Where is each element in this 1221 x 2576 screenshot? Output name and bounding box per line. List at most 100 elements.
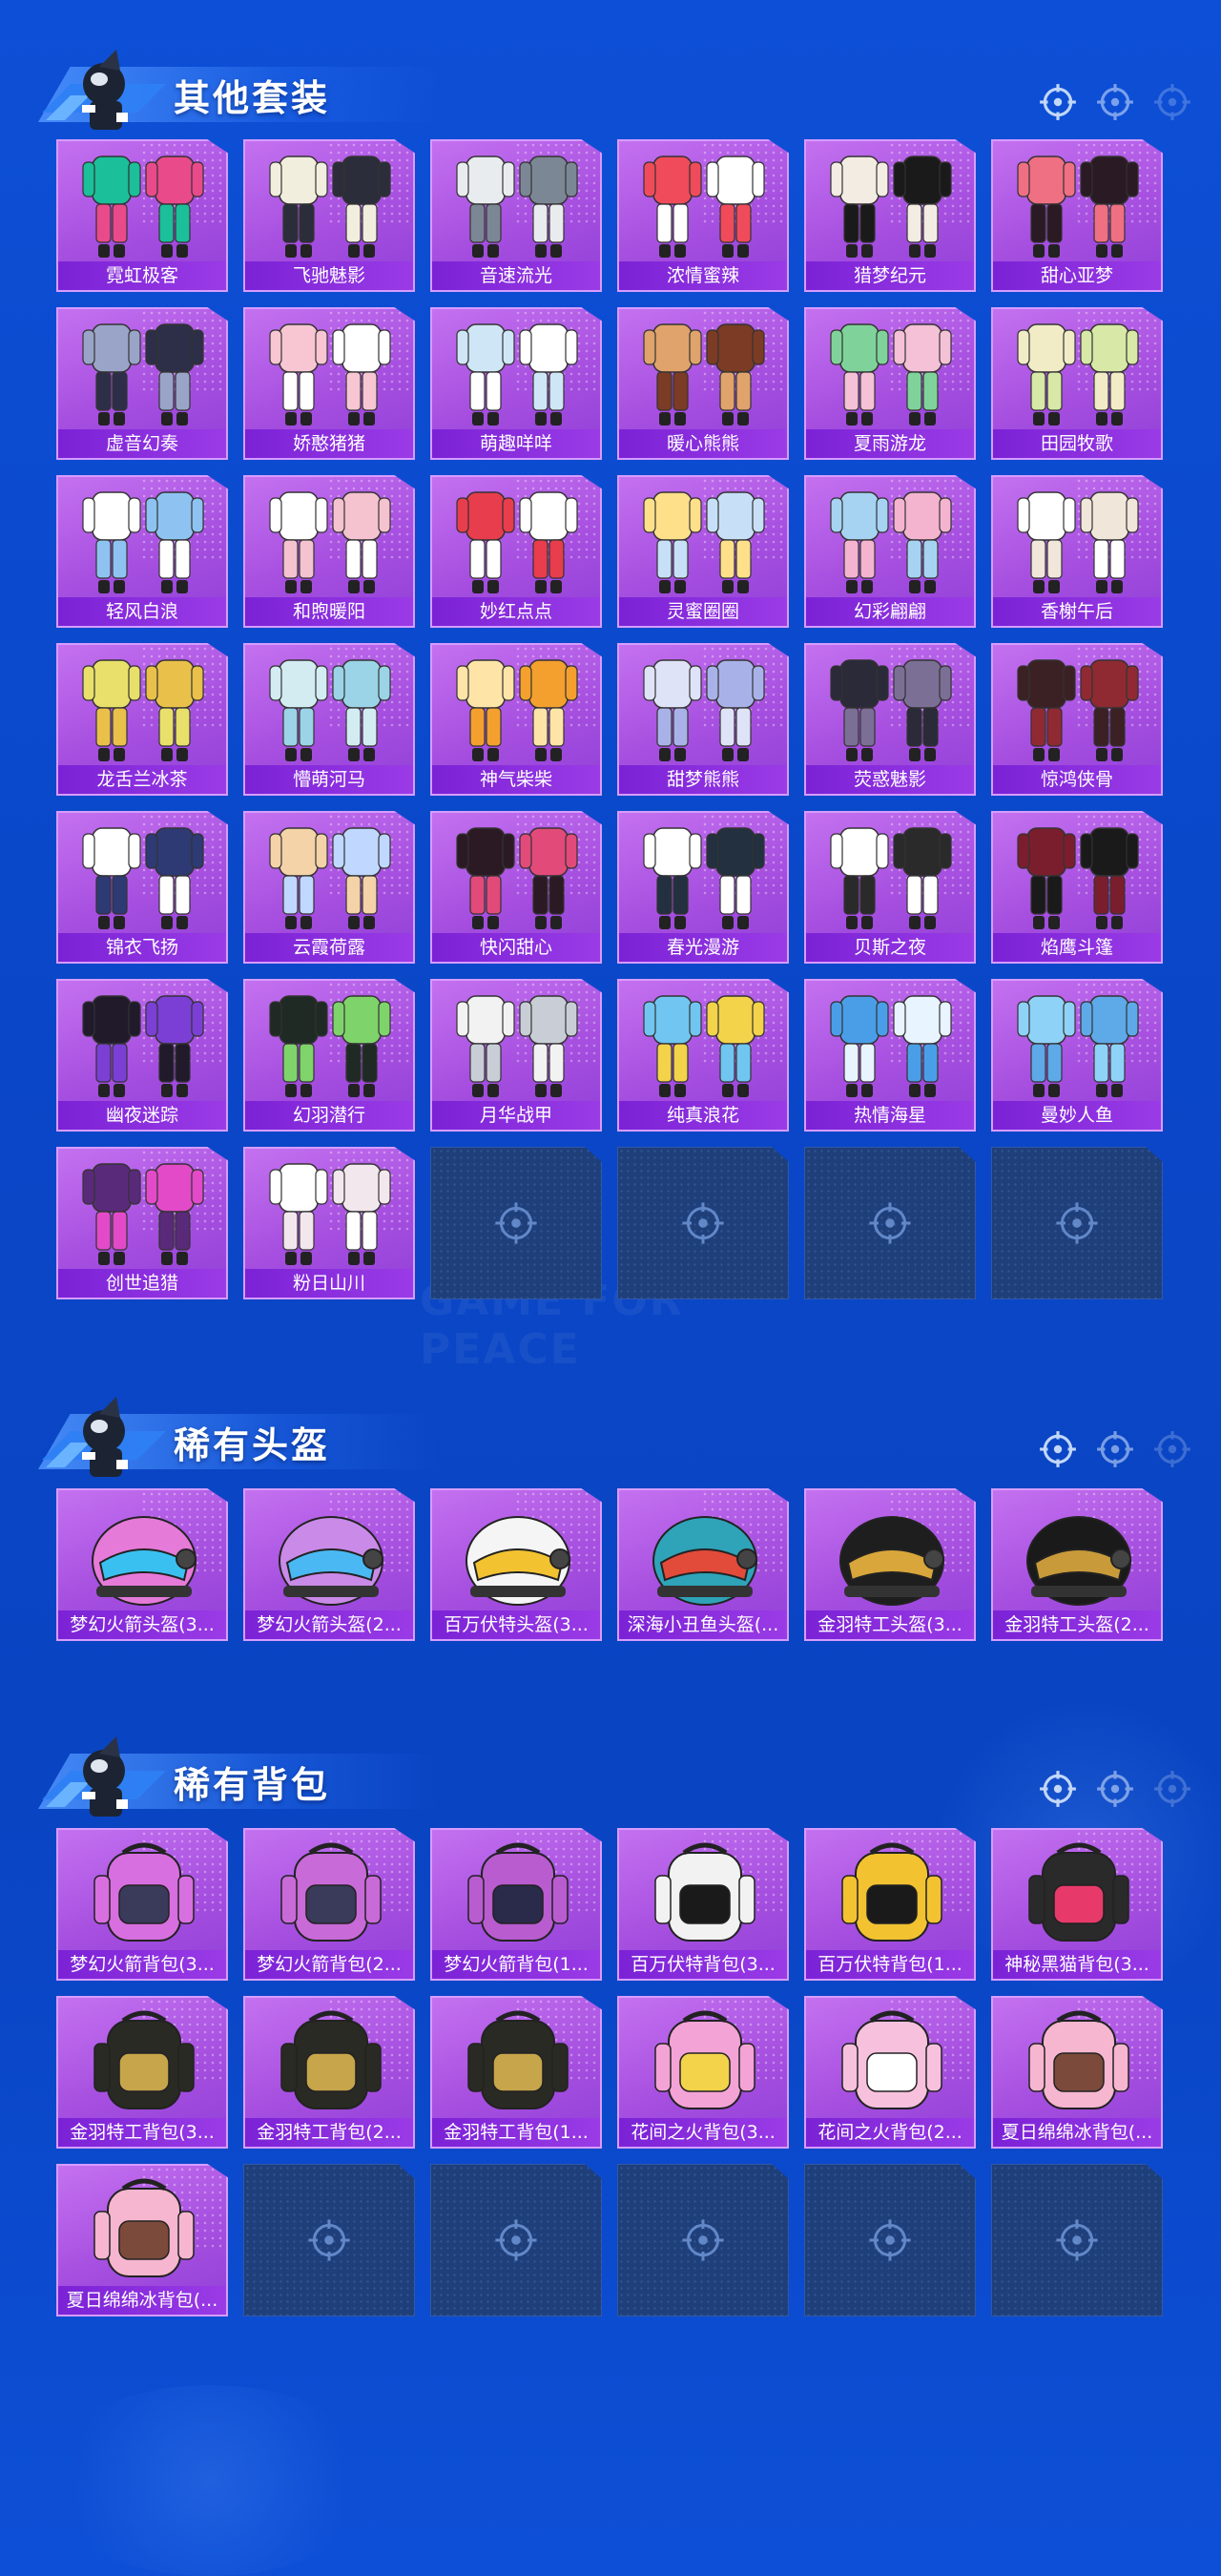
outfit-card[interactable]: 甜心亚梦 (991, 139, 1163, 292)
helmet-card[interactable]: 深海小丑鱼头盔(... (617, 1488, 789, 1641)
crosshair-icon (1152, 1769, 1192, 1814)
outfit-card[interactable]: 焰鹰斗篷 (991, 811, 1163, 964)
outfit-name: 焰鹰斗篷 (993, 933, 1161, 962)
outfit-card[interactable]: 田园牧歌 (991, 307, 1163, 460)
backpack-name: 金羽特工背包(1... (432, 2118, 600, 2147)
outfit-card[interactable]: 热情海星 (804, 979, 976, 1132)
crosshair-icon (1038, 1769, 1078, 1814)
backpack-name: 金羽特工背包(3... (58, 2118, 226, 2147)
backpack-card[interactable]: 金羽特工背包(1... (430, 1996, 602, 2149)
outfit-card[interactable]: 幻羽潜行 (243, 979, 415, 1132)
outfit-name: 幻彩翩翩 (806, 597, 974, 626)
outfit-name: 懵萌河马 (245, 765, 413, 794)
outfit-card[interactable]: 霓虹极客 (56, 139, 228, 292)
section-outfit: 其他套装 霓虹极客 飞驰魅影 音速流光 浓情蜜辣 猎梦纪元 甜心亚梦 虚音幻奏 … (0, 46, 1221, 1299)
outfit-card[interactable]: 春光漫游 (617, 811, 789, 964)
outfit-card[interactable]: 猎梦纪元 (804, 139, 976, 292)
outfit-card[interactable]: 神气柴柴 (430, 643, 602, 796)
outfit-card[interactable]: 音速流光 (430, 139, 602, 292)
empty-slot-crosshair-icon (495, 2219, 537, 2261)
helmet-card[interactable]: 梦幻火箭头盔(2... (243, 1488, 415, 1641)
outfit-card[interactable]: 轻风白浪 (56, 475, 228, 628)
outfit-card[interactable]: 暖心熊熊 (617, 307, 789, 460)
outfit-name: 荧惑魅影 (806, 765, 974, 794)
outfit-card[interactable]: 纯真浪花 (617, 979, 789, 1132)
mascot-icon (32, 1393, 176, 1488)
helmet-name: 金羽特工头盔(2... (993, 1610, 1161, 1639)
outfit-card[interactable]: 创世追猎 (56, 1147, 228, 1299)
backpack-card[interactable]: 花间之火背包(2... (804, 1996, 976, 2149)
outfit-card[interactable]: 惊鸿侠骨 (991, 643, 1163, 796)
outfit-card[interactable]: 锦衣飞扬 (56, 811, 228, 964)
empty-slot (243, 2164, 415, 2316)
outfit-card[interactable]: 甜梦熊熊 (617, 643, 789, 796)
crosshair-icon (1038, 1429, 1078, 1474)
outfit-card[interactable]: 妙红点点 (430, 475, 602, 628)
outfit-name: 幽夜迷踪 (58, 1101, 226, 1130)
section-backpack: 稀有背包 梦幻火箭背包(3... 梦幻火箭背包(2... 梦幻火箭背包(1...… (0, 1733, 1221, 2316)
outfit-card[interactable]: 幻彩翩翩 (804, 475, 976, 628)
outfit-card[interactable]: 月华战甲 (430, 979, 602, 1132)
section-header: 稀有头盔 (0, 1393, 1221, 1488)
outfit-name: 春光漫游 (619, 933, 787, 962)
outfit-card[interactable]: 快闪甜心 (430, 811, 602, 964)
outfit-name: 曼妙人鱼 (993, 1101, 1161, 1130)
outfit-name: 音速流光 (432, 261, 600, 290)
backpack-name: 花间之火背包(2... (806, 2118, 974, 2147)
outfit-card[interactable]: 灵蜜圈圈 (617, 475, 789, 628)
section-header: 其他套装 (0, 46, 1221, 141)
outfit-card[interactable]: 荧惑魅影 (804, 643, 976, 796)
backpack-name: 夏日绵绵冰背包(... (58, 2286, 226, 2315)
outfit-card[interactable]: 虚音幻奏 (56, 307, 228, 460)
outfit-name: 幻羽潜行 (245, 1101, 413, 1130)
outfit-name: 贝斯之夜 (806, 933, 974, 962)
backpack-card[interactable]: 梦幻火箭背包(1... (430, 1828, 602, 1981)
outfit-card[interactable]: 夏雨游龙 (804, 307, 976, 460)
backpack-card[interactable]: 夏日绵绵冰背包(... (991, 1996, 1163, 2149)
backpack-card[interactable]: 梦幻火箭背包(3... (56, 1828, 228, 1981)
backpack-card[interactable]: 夏日绵绵冰背包(... (56, 2164, 228, 2316)
backpack-card[interactable]: 百万伏特背包(1... (804, 1828, 976, 1981)
helmet-card[interactable]: 金羽特工头盔(2... (991, 1488, 1163, 1641)
item-grid: 梦幻火箭头盔(3... 梦幻火箭头盔(2... 百万伏特头盔(3... 深海小丑… (56, 1488, 1163, 1641)
outfit-name: 惊鸿侠骨 (993, 765, 1161, 794)
empty-slot (804, 2164, 976, 2316)
backpack-card[interactable]: 花间之火背包(3... (617, 1996, 789, 2149)
outfit-name: 快闪甜心 (432, 933, 600, 962)
backpack-card[interactable]: 金羽特工背包(2... (243, 1996, 415, 2149)
outfit-name: 妙红点点 (432, 597, 600, 626)
outfit-card[interactable]: 和煦暖阳 (243, 475, 415, 628)
outfit-card[interactable]: 贝斯之夜 (804, 811, 976, 964)
outfit-card[interactable]: 飞驰魅影 (243, 139, 415, 292)
backpack-name: 神秘黑猫背包(3... (993, 1950, 1161, 1979)
outfit-card[interactable]: 曼妙人鱼 (991, 979, 1163, 1132)
empty-slot (991, 2164, 1163, 2316)
crosshair-icon (1152, 1429, 1192, 1474)
helmet-card[interactable]: 梦幻火箭头盔(3... (56, 1488, 228, 1641)
outfit-name: 热情海星 (806, 1101, 974, 1130)
crosshair-icon (1095, 82, 1135, 127)
backpack-card[interactable]: 神秘黑猫背包(3... (991, 1828, 1163, 1981)
outfit-card[interactable]: 懵萌河马 (243, 643, 415, 796)
outfit-card[interactable]: 香榭午后 (991, 475, 1163, 628)
backpack-card[interactable]: 百万伏特背包(3... (617, 1828, 789, 1981)
outfit-card[interactable]: 幽夜迷踪 (56, 979, 228, 1132)
backpack-card[interactable]: 金羽特工背包(3... (56, 1996, 228, 2149)
outfit-name: 纯真浪花 (619, 1101, 787, 1130)
helmet-name: 梦幻火箭头盔(2... (245, 1610, 413, 1639)
backpack-card[interactable]: 梦幻火箭背包(2... (243, 1828, 415, 1981)
helmet-card[interactable]: 百万伏特头盔(3... (430, 1488, 602, 1641)
outfit-card[interactable]: 娇憨猪猪 (243, 307, 415, 460)
outfit-card[interactable]: 浓情蜜辣 (617, 139, 789, 292)
outfit-card[interactable]: 云霞荷露 (243, 811, 415, 964)
empty-slot-crosshair-icon (1056, 2219, 1098, 2261)
helmet-card[interactable]: 金羽特工头盔(3... (804, 1488, 976, 1641)
crosshair-icon (1152, 82, 1192, 127)
outfit-name: 田园牧歌 (993, 429, 1161, 458)
crosshair-decoration (1038, 1769, 1192, 1814)
empty-slot-crosshair-icon (495, 1202, 537, 1244)
outfit-card[interactable]: 龙舌兰冰茶 (56, 643, 228, 796)
outfit-name: 夏雨游龙 (806, 429, 974, 458)
outfit-card[interactable]: 萌趣咩咩 (430, 307, 602, 460)
outfit-card[interactable]: 粉日山川 (243, 1147, 415, 1299)
